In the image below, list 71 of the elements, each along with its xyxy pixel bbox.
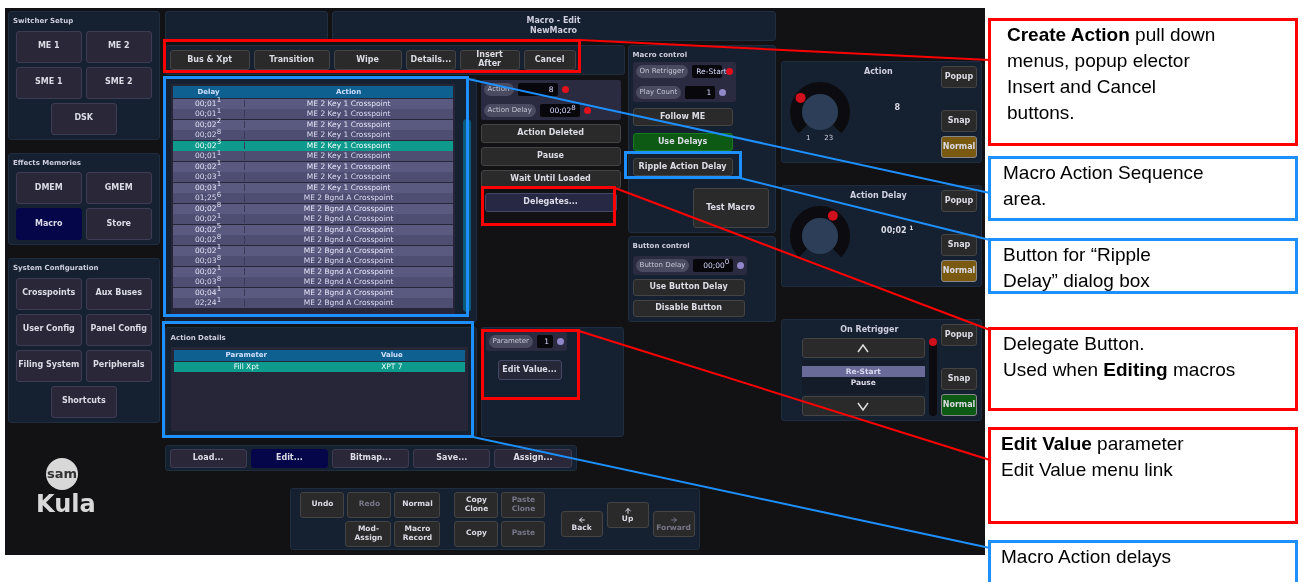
button[interactable]: DMEM xyxy=(15,172,82,204)
button[interactable]: Save... xyxy=(413,448,491,468)
button[interactable]: User Config xyxy=(15,313,82,346)
callout-text: Create Action pull down menus, popup elector Insert and Cancel buttons. xyxy=(1007,23,1217,125)
button[interactable]: Load... xyxy=(169,448,247,468)
button[interactable]: Action Deleted xyxy=(480,124,621,143)
button[interactable]: Macro xyxy=(15,208,82,240)
knob-title: Action Delay xyxy=(848,190,908,202)
button[interactable]: Popup xyxy=(941,324,977,346)
knob-value: 8 xyxy=(893,101,902,114)
button[interactable]: DSK xyxy=(50,102,117,135)
button[interactable]: Edit... xyxy=(250,448,328,468)
callout-text: Button for “Ripple Delay” dialog box xyxy=(1003,243,1152,293)
button[interactable]: Bitmap... xyxy=(332,448,410,468)
button[interactable]: Pause xyxy=(480,147,621,166)
button[interactable]: Filing System xyxy=(15,349,82,382)
button[interactable]: Test Macro xyxy=(692,188,769,228)
button[interactable]: Store xyxy=(85,208,152,240)
scroll-down-button[interactable] xyxy=(801,396,925,416)
slider-thumb[interactable] xyxy=(929,338,937,346)
knob-indicator xyxy=(795,92,806,103)
button[interactable]: Popup xyxy=(941,66,977,88)
button[interactable]: Wipe xyxy=(333,50,402,70)
button[interactable]: Edit Value... xyxy=(497,360,562,380)
callout-text: Macro Action delays xyxy=(1001,545,1173,569)
button[interactable]: SME 2 xyxy=(85,66,152,99)
callout-text: Delegate Button. Used when Editing macros xyxy=(1003,332,1237,382)
macro-name: NewMacro xyxy=(530,26,578,36)
arrow-icon xyxy=(669,515,678,524)
knob-indicator xyxy=(827,210,838,221)
button[interactable]: SME 1 xyxy=(15,66,82,99)
button[interactable]: Details... xyxy=(405,50,456,70)
button[interactable]: Use Delays xyxy=(632,133,733,151)
button[interactable]: Delegates... xyxy=(484,193,617,212)
button[interactable]: Snap xyxy=(941,234,977,256)
button[interactable]: Transition xyxy=(253,50,330,70)
button[interactable]: Aux Buses xyxy=(85,277,152,310)
arrow-icon xyxy=(577,515,586,524)
button[interactable]: Normal xyxy=(941,394,977,416)
button[interactable]: Insert After xyxy=(459,50,520,70)
button[interactable]: Crosspoints xyxy=(15,277,82,310)
knob-value: 00;02 $^{1}$ xyxy=(880,225,915,237)
button[interactable]: Shortcuts xyxy=(50,385,117,418)
button[interactable]: Bus & Xpt xyxy=(169,50,250,70)
chevron-down-icon xyxy=(857,401,870,411)
window-title: Macro - Edit xyxy=(526,16,581,26)
callout-text: Macro Action Sequence area. xyxy=(1003,161,1205,211)
button[interactable]: Normal xyxy=(941,136,977,158)
button[interactable]: Popup xyxy=(941,190,977,212)
button[interactable]: Follow ME xyxy=(632,108,733,126)
arrow-icon xyxy=(623,506,632,515)
chevron-up-icon xyxy=(857,343,870,353)
logo-text: Kula xyxy=(36,491,96,516)
scrollbar[interactable] xyxy=(462,119,471,312)
button[interactable]: Snap xyxy=(941,368,977,390)
button[interactable]: Snap xyxy=(941,110,977,132)
logo-badge: sam xyxy=(46,457,78,490)
button[interactable]: Normal xyxy=(941,260,977,282)
button[interactable]: ME 1 xyxy=(15,30,82,63)
knob-title: Action xyxy=(862,66,894,78)
button[interactable]: ME 2 xyxy=(85,30,152,63)
callout-text: Edit Value parameter Edit Value menu link xyxy=(1001,432,1185,482)
button[interactable]: Assign... xyxy=(494,448,572,468)
button[interactable]: Cancel xyxy=(523,50,576,70)
button[interactable]: GMEM xyxy=(85,172,152,204)
button[interactable]: Ripple Action Delay xyxy=(632,158,733,176)
button[interactable]: Use Button Delay xyxy=(632,278,745,296)
button[interactable]: Peripherals xyxy=(85,349,152,382)
button[interactable]: Disable Button xyxy=(632,299,745,317)
button[interactable]: Panel Config xyxy=(85,313,152,346)
retrigger-title: On Retrigger xyxy=(840,324,899,336)
